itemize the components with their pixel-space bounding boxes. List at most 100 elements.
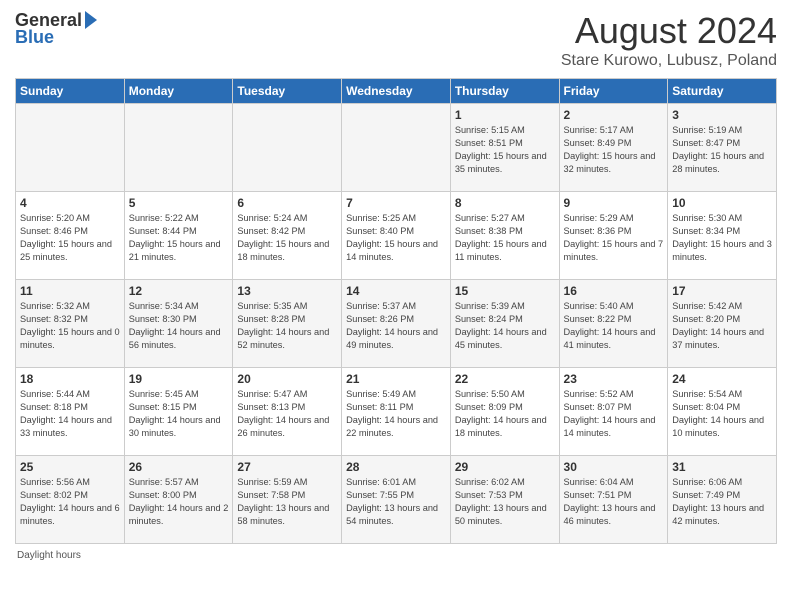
calendar-cell: 31 Sunrise: 6:06 AMSunset: 7:49 PMDayligh… <box>668 456 777 544</box>
calendar-cell <box>233 104 342 192</box>
calendar-cell <box>124 104 233 192</box>
calendar-cell <box>16 104 125 192</box>
cell-info: Sunrise: 5:22 AMSunset: 8:44 PMDaylight:… <box>129 212 229 264</box>
day-number: 30 <box>564 460 664 474</box>
cell-info: Sunrise: 5:30 AMSunset: 8:34 PMDaylight:… <box>672 212 772 264</box>
day-number: 2 <box>564 108 664 122</box>
cell-info: Sunrise: 5:54 AMSunset: 8:04 PMDaylight:… <box>672 388 772 440</box>
day-number: 16 <box>564 284 664 298</box>
cell-info: Sunrise: 5:32 AMSunset: 8:32 PMDaylight:… <box>20 300 120 352</box>
cell-info: Sunrise: 5:24 AMSunset: 8:42 PMDaylight:… <box>237 212 337 264</box>
cell-info: Sunrise: 5:29 AMSunset: 8:36 PMDaylight:… <box>564 212 664 264</box>
day-number: 3 <box>672 108 772 122</box>
calendar-cell: 1 Sunrise: 5:15 AMSunset: 8:51 PMDaylight… <box>450 104 559 192</box>
calendar-cell: 6Sunrise: 5:24 AMSunset: 8:42 PMDaylight… <box>233 192 342 280</box>
calendar-week-row: 1 Sunrise: 5:15 AMSunset: 8:51 PMDaylight… <box>16 104 777 192</box>
cell-info: Sunrise: 5:34 AMSunset: 8:30 PMDaylight:… <box>129 300 229 352</box>
cell-info: Sunrise: 5:15 AMSunset: 8:51 PMDaylight:… <box>455 124 555 176</box>
day-number: 10 <box>672 196 772 210</box>
cell-info: Sunrise: 6:06 AMSunset: 7:49 PMDaylight:… <box>672 476 772 528</box>
cell-info: Sunrise: 5:57 AMSunset: 8:00 PMDaylight:… <box>129 476 229 528</box>
cell-info: Sunrise: 5:19 AMSunset: 8:47 PMDaylight:… <box>672 124 772 176</box>
day-number: 23 <box>564 372 664 386</box>
calendar-cell: 20 Sunrise: 5:47 AMSunset: 8:13 PMDayligh… <box>233 368 342 456</box>
day-number: 28 <box>346 460 446 474</box>
cell-info: Sunrise: 5:47 AMSunset: 8:13 PMDaylight:… <box>237 388 337 440</box>
calendar-cell: 8Sunrise: 5:27 AMSunset: 8:38 PMDaylight… <box>450 192 559 280</box>
day-number: 14 <box>346 284 446 298</box>
calendar-day-header: Tuesday <box>233 79 342 104</box>
month-year-title: August 2024 <box>561 10 777 52</box>
calendar-week-row: 25 Sunrise: 5:56 AMSunset: 8:02 PMDayligh… <box>16 456 777 544</box>
day-number: 24 <box>672 372 772 386</box>
cell-info: Sunrise: 5:25 AMSunset: 8:40 PMDaylight:… <box>346 212 446 264</box>
day-number: 5 <box>129 196 229 210</box>
cell-info: Sunrise: 5:56 AMSunset: 8:02 PMDaylight:… <box>20 476 120 528</box>
day-number: 22 <box>455 372 555 386</box>
cell-info: Sunrise: 5:39 AMSunset: 8:24 PMDaylight:… <box>455 300 555 352</box>
calendar-cell <box>342 104 451 192</box>
day-number: 31 <box>672 460 772 474</box>
day-number: 8 <box>455 196 555 210</box>
day-number: 9 <box>564 196 664 210</box>
calendar-week-row: 18 Sunrise: 5:44 AMSunset: 8:18 PMDayligh… <box>16 368 777 456</box>
day-number: 18 <box>20 372 120 386</box>
day-number: 7 <box>346 196 446 210</box>
calendar-cell: 3 Sunrise: 5:19 AMSunset: 8:47 PMDaylight… <box>668 104 777 192</box>
calendar-cell: 14 Sunrise: 5:37 AMSunset: 8:26 PMDayligh… <box>342 280 451 368</box>
logo: General Blue <box>15 10 97 48</box>
calendar-cell: 23Sunrise: 5:52 AMSunset: 8:07 PMDayligh… <box>559 368 668 456</box>
calendar-cell: 4Sunrise: 5:20 AMSunset: 8:46 PMDaylight… <box>16 192 125 280</box>
calendar-cell: 22 Sunrise: 5:50 AMSunset: 8:09 PMDayligh… <box>450 368 559 456</box>
calendar-cell: 18 Sunrise: 5:44 AMSunset: 8:18 PMDayligh… <box>16 368 125 456</box>
calendar-cell: 12 Sunrise: 5:34 AMSunset: 8:30 PMDayligh… <box>124 280 233 368</box>
footer-text: Daylight hours <box>17 550 81 561</box>
cell-info: Sunrise: 6:04 AMSunset: 7:51 PMDaylight:… <box>564 476 664 528</box>
cell-info: Sunrise: 5:42 AMSunset: 8:20 PMDaylight:… <box>672 300 772 352</box>
cell-info: Sunrise: 5:17 AMSunset: 8:49 PMDaylight:… <box>564 124 664 176</box>
calendar-day-header: Sunday <box>16 79 125 104</box>
calendar-cell: 9 Sunrise: 5:29 AMSunset: 8:36 PMDaylight… <box>559 192 668 280</box>
cell-info: Sunrise: 5:37 AMSunset: 8:26 PMDaylight:… <box>346 300 446 352</box>
day-number: 27 <box>237 460 337 474</box>
location-text: Stare Kurowo, Lubusz, Poland <box>561 52 777 70</box>
calendar-table: SundayMondayTuesdayWednesdayThursdayFrid… <box>15 78 777 544</box>
calendar-cell: 28 Sunrise: 6:01 AMSunset: 7:55 PMDayligh… <box>342 456 451 544</box>
day-number: 11 <box>20 284 120 298</box>
day-number: 20 <box>237 372 337 386</box>
footer: Daylight hours <box>15 550 777 561</box>
calendar-week-row: 11 Sunrise: 5:32 AMSunset: 8:32 PMDayligh… <box>16 280 777 368</box>
cell-info: Sunrise: 5:45 AMSunset: 8:15 PMDaylight:… <box>129 388 229 440</box>
calendar-cell: 15 Sunrise: 5:39 AMSunset: 8:24 PMDayligh… <box>450 280 559 368</box>
cell-info: Sunrise: 5:44 AMSunset: 8:18 PMDaylight:… <box>20 388 120 440</box>
logo-blue-text: Blue <box>15 27 54 48</box>
day-number: 1 <box>455 108 555 122</box>
day-number: 12 <box>129 284 229 298</box>
cell-info: Sunrise: 6:02 AMSunset: 7:53 PMDaylight:… <box>455 476 555 528</box>
day-number: 26 <box>129 460 229 474</box>
day-number: 17 <box>672 284 772 298</box>
calendar-cell: 13Sunrise: 5:35 AMSunset: 8:28 PMDayligh… <box>233 280 342 368</box>
calendar-cell: 2 Sunrise: 5:17 AMSunset: 8:49 PMDaylight… <box>559 104 668 192</box>
day-number: 4 <box>20 196 120 210</box>
calendar-week-row: 4Sunrise: 5:20 AMSunset: 8:46 PMDaylight… <box>16 192 777 280</box>
calendar-cell: 7 Sunrise: 5:25 AMSunset: 8:40 PMDaylight… <box>342 192 451 280</box>
day-number: 15 <box>455 284 555 298</box>
cell-info: Sunrise: 5:49 AMSunset: 8:11 PMDaylight:… <box>346 388 446 440</box>
cell-info: Sunrise: 6:01 AMSunset: 7:55 PMDaylight:… <box>346 476 446 528</box>
calendar-cell: 25 Sunrise: 5:56 AMSunset: 8:02 PMDayligh… <box>16 456 125 544</box>
calendar-day-header: Saturday <box>668 79 777 104</box>
calendar-cell: 11 Sunrise: 5:32 AMSunset: 8:32 PMDayligh… <box>16 280 125 368</box>
calendar-cell: 17 Sunrise: 5:42 AMSunset: 8:20 PMDayligh… <box>668 280 777 368</box>
cell-info: Sunrise: 5:59 AMSunset: 7:58 PMDaylight:… <box>237 476 337 528</box>
calendar-cell: 29Sunrise: 6:02 AMSunset: 7:53 PMDayligh… <box>450 456 559 544</box>
day-number: 13 <box>237 284 337 298</box>
logo-arrow-icon <box>85 11 97 29</box>
day-number: 25 <box>20 460 120 474</box>
calendar-header-row: SundayMondayTuesdayWednesdayThursdayFrid… <box>16 79 777 104</box>
cell-info: Sunrise: 5:50 AMSunset: 8:09 PMDaylight:… <box>455 388 555 440</box>
calendar-day-header: Friday <box>559 79 668 104</box>
page-header: General Blue August 2024 Stare Kurowo, L… <box>15 10 777 70</box>
cell-info: Sunrise: 5:40 AMSunset: 8:22 PMDaylight:… <box>564 300 664 352</box>
calendar-cell: 21Sunrise: 5:49 AMSunset: 8:11 PMDayligh… <box>342 368 451 456</box>
